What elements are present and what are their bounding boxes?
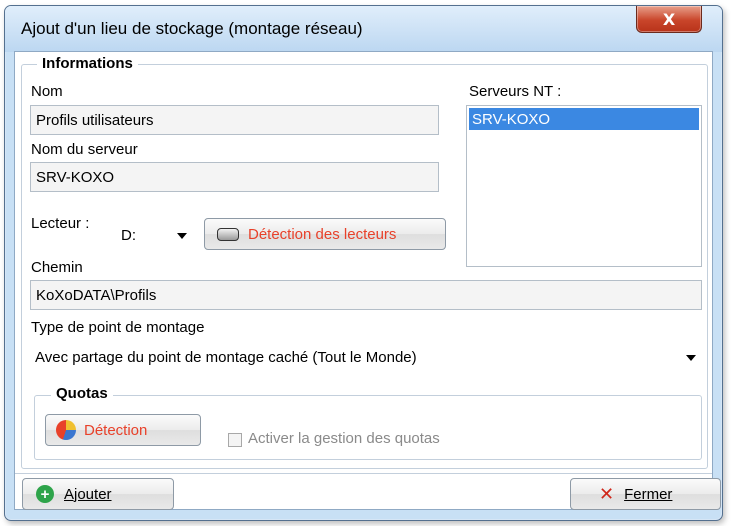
serveurs-nt-label: Serveurs NT :: [469, 83, 562, 100]
activer-quotas-label: Activer la gestion des quotas: [248, 430, 440, 447]
close-button[interactable]: X: [636, 6, 702, 33]
detection-lecteurs-label: Détection des lecteurs: [248, 225, 397, 243]
serveurs-nt-list[interactable]: SRV-KOXO: [466, 105, 702, 267]
ajouter-button[interactable]: + Ajouter: [22, 478, 174, 510]
dialog-client-area: Informations Nom Profils utilisateurs No…: [14, 51, 721, 510]
x-icon: ✕: [599, 483, 615, 505]
fermer-label: Fermer: [624, 485, 673, 503]
type-montage-select[interactable]: Avec partage du point de montage caché (…: [30, 342, 702, 372]
type-montage-value: Avec partage du point de montage caché (…: [35, 348, 417, 366]
ajouter-label: Ajouter: [64, 485, 112, 503]
dropdown-arrow-icon: [686, 355, 696, 361]
drive-icon: [217, 227, 239, 241]
fermer-button[interactable]: ✕ Fermer: [570, 478, 721, 510]
nom-input[interactable]: Profils utilisateurs: [30, 105, 439, 135]
nom-label: Nom: [31, 83, 63, 100]
lecteur-value: D:: [121, 226, 136, 244]
activer-quotas-checkbox[interactable]: [228, 433, 242, 447]
informations-legend: Informations: [37, 55, 138, 72]
list-item[interactable]: SRV-KOXO: [469, 108, 699, 130]
chemin-label: Chemin: [31, 259, 83, 276]
pie-chart-icon: [56, 420, 76, 440]
title-bar[interactable]: Ajout d'un lieu de stockage (montage rés…: [5, 6, 722, 52]
plus-icon: +: [36, 485, 54, 503]
nom-serveur-label: Nom du serveur: [31, 141, 138, 158]
lecteur-select[interactable]: D:: [115, 220, 195, 250]
chemin-input[interactable]: KoXoDATA\Profils: [30, 280, 702, 310]
lecteur-label: Lecteur :: [31, 215, 90, 232]
dropdown-arrow-icon: [177, 233, 187, 239]
window-title: Ajout d'un lieu de stockage (montage rés…: [21, 19, 363, 38]
close-icon: X: [662, 9, 676, 29]
detection-quotas-label: Détection: [84, 421, 148, 439]
detection-quotas-button[interactable]: Détection: [45, 414, 201, 446]
footer-divider: [15, 473, 712, 474]
type-montage-label: Type de point de montage: [31, 319, 205, 336]
detection-lecteurs-button[interactable]: Détection des lecteurs: [204, 218, 446, 250]
quotas-legend: Quotas: [51, 385, 113, 402]
dialog-window: Ajout d'un lieu de stockage (montage rés…: [4, 5, 723, 521]
nom-serveur-input[interactable]: SRV-KOXO: [30, 162, 439, 192]
